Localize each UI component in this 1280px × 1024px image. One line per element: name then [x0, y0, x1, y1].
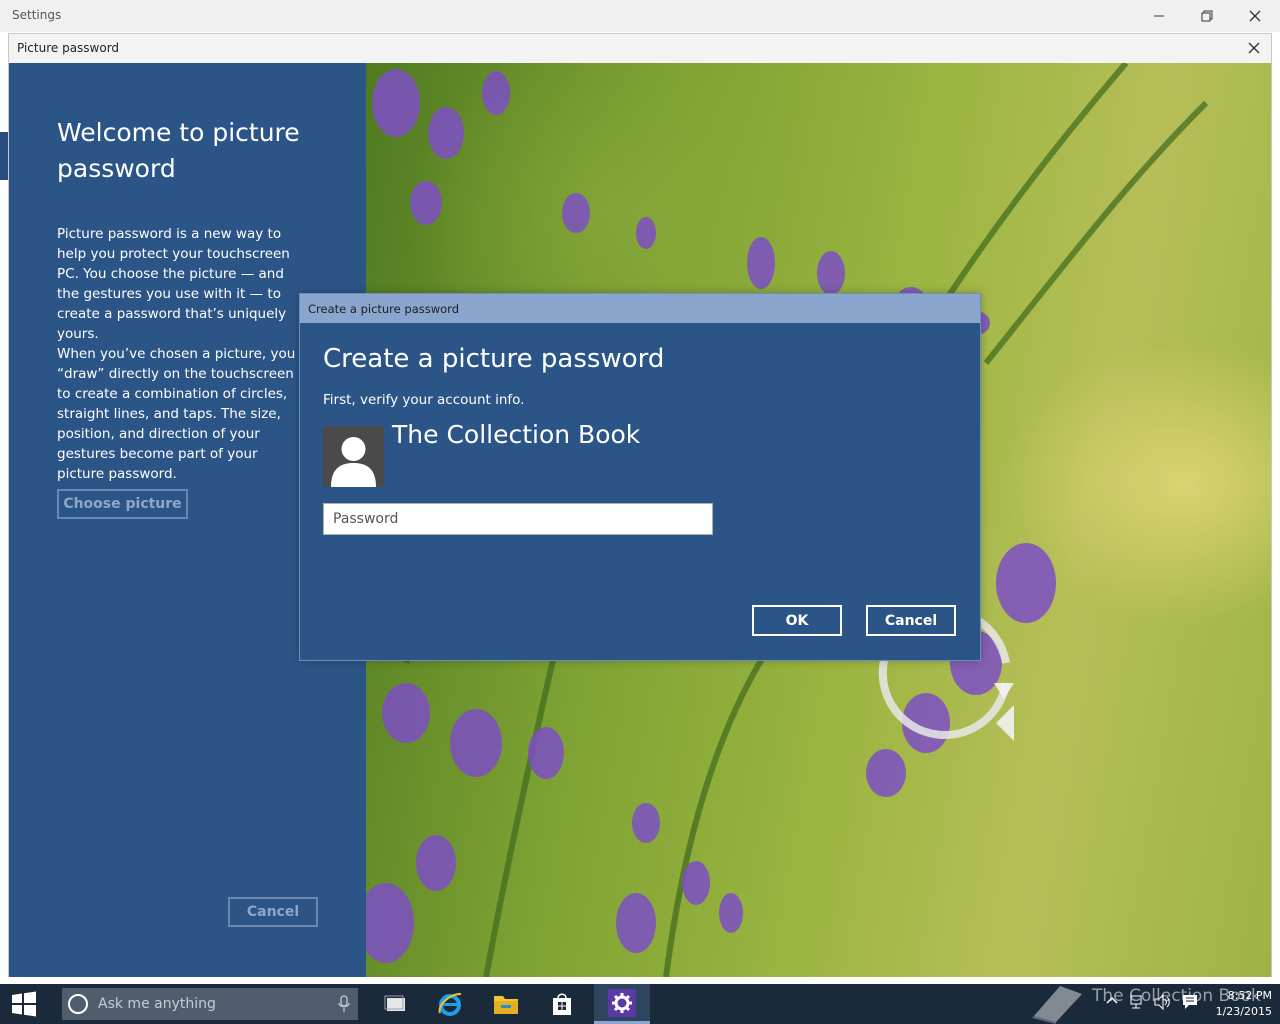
task-view-button[interactable]	[370, 984, 422, 1024]
avatar	[323, 426, 384, 487]
close-icon	[1249, 10, 1261, 22]
settings-titlebar: Settings	[0, 0, 1280, 32]
file-explorer-button[interactable]	[480, 984, 532, 1024]
internet-explorer-icon	[438, 992, 462, 1016]
create-picture-password-dialog: Create a picture password Create a pictu…	[299, 293, 981, 661]
picture-password-close-button[interactable]	[1243, 37, 1265, 59]
start-button[interactable]	[0, 984, 48, 1024]
panel-cancel-button[interactable]: Cancel	[228, 897, 318, 927]
microphone-icon[interactable]	[338, 995, 350, 1013]
dialog-cancel-button[interactable]: Cancel	[866, 605, 956, 636]
password-field[interactable]	[323, 503, 713, 535]
intro-paragraph: Picture password is a new way to help yo…	[57, 226, 290, 342]
settings-gear-icon	[608, 988, 636, 1017]
choose-picture-button[interactable]: Choose picture	[57, 489, 188, 519]
ok-button[interactable]: OK	[752, 605, 842, 636]
cortana-icon	[68, 994, 88, 1014]
restore-button[interactable]	[1184, 0, 1230, 32]
picture-password-title: Picture password	[17, 41, 120, 55]
dialog-title: Create a picture password	[308, 302, 459, 316]
gesture-paragraph: When you’ve chosen a picture, you “draw”…	[57, 346, 296, 482]
minimize-icon	[1154, 15, 1164, 17]
settings-app-button[interactable]	[594, 984, 650, 1024]
settings-window-title: Settings	[12, 8, 62, 22]
user-icon	[331, 437, 376, 487]
clock-date: 1/23/2015	[1215, 1005, 1272, 1018]
settings-nav-indicator	[0, 132, 8, 180]
search-placeholder: Ask me anything	[98, 996, 216, 1012]
welcome-heading: Welcome to picture password	[57, 118, 300, 183]
show-hidden-icons-icon[interactable]	[1106, 994, 1118, 1006]
internet-explorer-button[interactable]	[424, 984, 476, 1024]
dialog-titlebar: Create a picture password	[300, 294, 980, 323]
restore-icon	[1201, 10, 1213, 22]
volume-icon[interactable]	[1154, 994, 1172, 1010]
store-button[interactable]	[536, 984, 588, 1024]
task-view-icon	[384, 995, 405, 1011]
cortana-search-box[interactable]: Ask me anything	[62, 988, 358, 1020]
taskbar: Ask me anything The Collection Book 8:52…	[0, 984, 1280, 1024]
store-icon	[553, 993, 571, 1015]
minimize-button[interactable]	[1136, 0, 1182, 32]
dialog-heading: Create a picture password	[323, 344, 665, 374]
account-name: The Collection Book	[392, 420, 641, 449]
network-icon[interactable]	[1130, 994, 1146, 1010]
system-clock[interactable]: 8:52 PM 1/23/2015	[1216, 988, 1272, 1020]
book-watermark-icon	[1032, 986, 1082, 1024]
action-center-icon[interactable]	[1182, 994, 1198, 1010]
folder-icon	[494, 996, 518, 1014]
verify-instruction: First, verify your account info.	[323, 392, 525, 408]
windows-logo-icon	[12, 991, 36, 1017]
clock-time: 8:52 PM	[1227, 989, 1272, 1002]
picture-password-titlebar: Picture password	[9, 34, 1271, 64]
close-icon	[1248, 42, 1260, 54]
close-button[interactable]	[1232, 0, 1278, 32]
